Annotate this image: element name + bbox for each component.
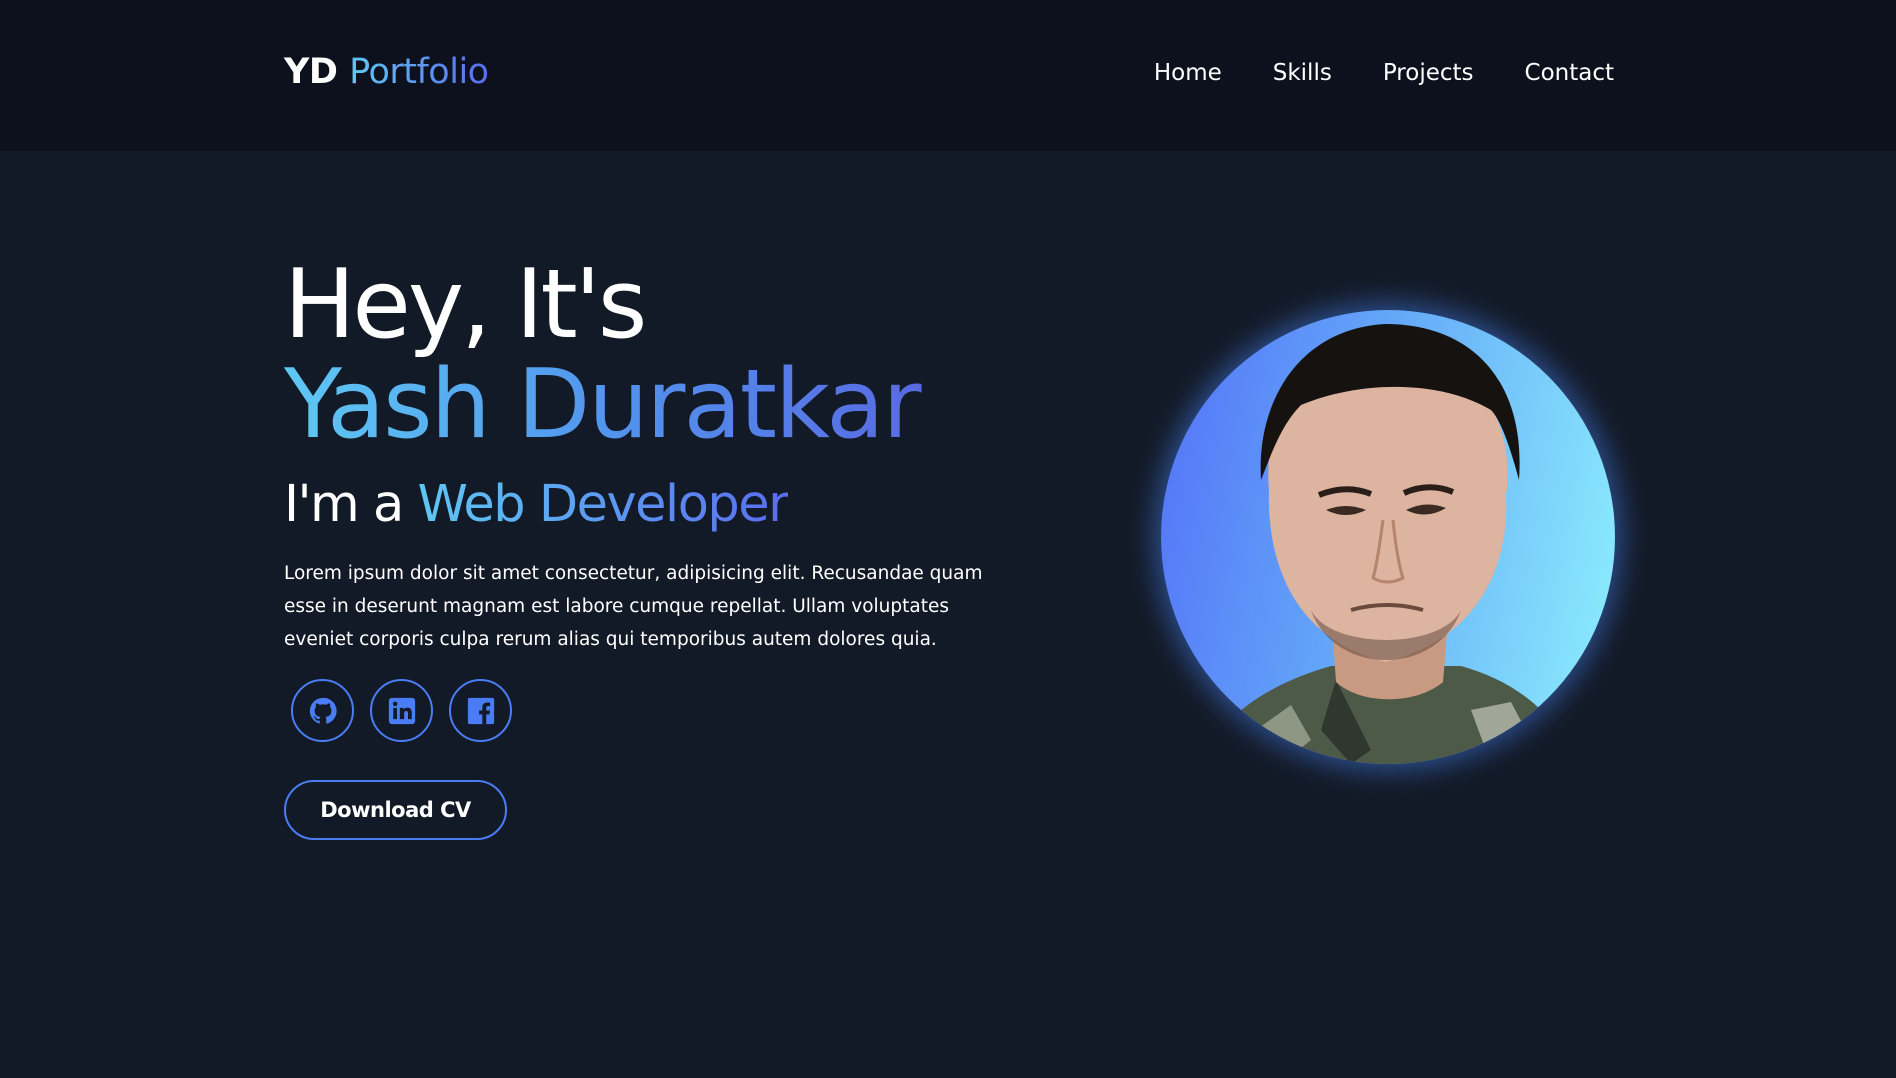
hero-greeting: Hey, It's <box>284 250 647 360</box>
site-logo[interactable]: YD Portfolio <box>284 52 489 92</box>
hero-role: I'm a Web Developer <box>284 475 1004 535</box>
github-link[interactable] <box>291 679 354 742</box>
role-title: Web Developer <box>417 475 789 534</box>
profile-photo-illustration <box>1201 324 1575 764</box>
nav-link-skills[interactable]: Skills <box>1273 60 1332 86</box>
hero-bio: Lorem ipsum dolor sit amet consectetur, … <box>284 563 983 650</box>
linkedin-icon <box>388 697 415 724</box>
main-nav: Home Skills Projects Contact <box>1154 60 1614 86</box>
navbar: YD Portfolio Home Skills Projects Contac… <box>0 0 1896 151</box>
download-cv-button[interactable]: Download CV <box>284 780 507 840</box>
profile-photo <box>1161 310 1615 764</box>
role-prefix: I'm a <box>284 475 404 534</box>
hero-section: Hey, It's Yash Duratkar I'm a Web Develo… <box>284 255 1004 656</box>
facebook-icon <box>467 697 494 724</box>
hero-name: Yash Duratkar <box>284 355 1004 455</box>
logo-suffix: Portfolio <box>349 52 489 92</box>
nav-link-home[interactable]: Home <box>1154 60 1222 86</box>
github-icon <box>309 697 337 724</box>
linkedin-link[interactable] <box>370 679 433 742</box>
social-links <box>291 679 512 742</box>
facebook-link[interactable] <box>449 679 512 742</box>
nav-link-contact[interactable]: Contact <box>1525 60 1614 86</box>
nav-link-projects[interactable]: Projects <box>1383 60 1474 86</box>
logo-prefix: YD <box>284 52 338 92</box>
